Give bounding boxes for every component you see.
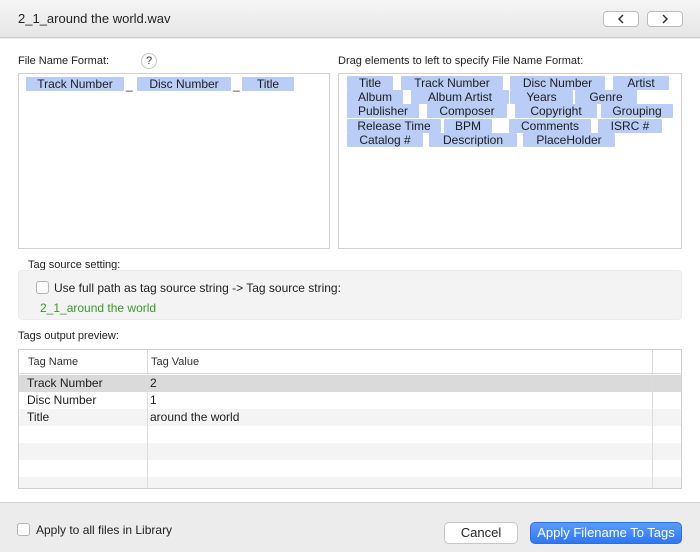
empty-row (19, 477, 681, 488)
element-chip-album[interactable]: Album (347, 90, 403, 104)
tag-value-cell: 2 (150, 376, 157, 390)
element-chip-grouping[interactable]: Grouping (601, 104, 673, 118)
format-chip-disc-number[interactable]: Disc Number (137, 77, 231, 91)
next-file-button[interactable] (647, 11, 683, 27)
format-chip-track-number[interactable]: Track Number (26, 77, 124, 91)
element-chip-genre[interactable]: Genre (575, 90, 637, 104)
element-chip-comments[interactable]: Comments (509, 119, 591, 133)
element-chip-placeholder[interactable]: PlaceHolder (523, 133, 615, 147)
table-header: Tag Name Tag Value (19, 350, 681, 374)
dialog-footer: Apply to all files in Library Cancel App… (0, 502, 700, 552)
element-chip-isrc[interactable]: ISRC # (598, 119, 662, 133)
format-separator: _ (233, 78, 240, 92)
tag-source-string: 2_1_around the world (40, 301, 157, 315)
chevron-left-icon (617, 14, 624, 24)
apply-to-all-label: Apply to all files in Library (36, 523, 173, 537)
element-chip-years[interactable]: Years (510, 90, 573, 104)
element-chip-bpm[interactable]: BPM (444, 119, 492, 133)
element-chip-composer[interactable]: Composer (427, 104, 507, 118)
use-full-path-checkbox[interactable] (36, 281, 49, 294)
tag-name-cell: Disc Number (27, 393, 97, 407)
tag-name-cell: Title (27, 410, 50, 424)
element-chip-artist[interactable]: Artist (613, 76, 669, 90)
element-chip-title[interactable]: Title (347, 76, 393, 90)
format-chip-title[interactable]: Title (242, 77, 294, 91)
help-button[interactable]: ? (141, 53, 157, 69)
element-chip-track-number[interactable]: Track Number (401, 76, 503, 90)
use-full-path-label: Use full path as tag source string -> Ta… (54, 281, 341, 295)
column-divider (147, 350, 148, 488)
element-chip-catalog[interactable]: Catalog # (347, 133, 423, 147)
column-divider (652, 350, 653, 488)
file-name-format-drop-area[interactable]: Track Number _ Disc Number _ Title (18, 73, 330, 249)
table-row[interactable]: Track Number 2 (19, 375, 681, 392)
available-elements-area: Title Track Number Disc Number Artist Al… (338, 73, 682, 249)
element-chip-disc-number[interactable]: Disc Number (510, 76, 605, 90)
element-chip-description[interactable]: Description (429, 133, 517, 147)
tag-source-panel: Use full path as tag source string -> Ta… (18, 270, 682, 320)
tags-output-preview-label: Tags output preview: (18, 330, 119, 342)
filename-to-tags-dialog: 2_1_around the world.wav File Name Forma… (0, 0, 700, 552)
tag-value-cell: around the world (150, 410, 240, 424)
apply-filename-to-tags-button[interactable]: Apply Filename To Tags (530, 522, 682, 544)
column-header-tag-value[interactable]: Tag Value (151, 356, 199, 368)
cancel-button[interactable]: Cancel (444, 522, 518, 544)
previous-file-button[interactable] (603, 11, 639, 27)
element-chip-release-time[interactable]: Release Time (347, 119, 441, 133)
tag-value-cell: 1 (150, 393, 157, 407)
file-name-format-label: File Name Format: (18, 55, 110, 67)
table-row[interactable]: Title around the world (19, 409, 681, 426)
column-header-tag-name[interactable]: Tag Name (28, 356, 78, 368)
empty-row (19, 443, 681, 460)
title-bar: 2_1_around the world.wav (0, 0, 700, 38)
element-chip-album-artist[interactable]: Album Artist (411, 90, 509, 104)
tags-preview-table[interactable]: Tag Name Tag Value Track Number 2 Disc N… (18, 349, 682, 489)
tag-name-cell: Track Number (27, 376, 103, 390)
empty-row (19, 426, 681, 443)
table-row[interactable]: Disc Number 1 (19, 392, 681, 409)
empty-row (19, 460, 681, 477)
apply-to-all-checkbox[interactable] (17, 523, 30, 536)
format-separator: _ (126, 78, 133, 92)
element-chip-publisher[interactable]: Publisher (347, 104, 419, 118)
available-elements-label: Drag elements to left to specify File Na… (338, 55, 584, 67)
element-chip-copyright[interactable]: Copyright (515, 104, 597, 118)
chevron-right-icon (662, 14, 669, 24)
window-title: 2_1_around the world.wav (18, 11, 171, 26)
